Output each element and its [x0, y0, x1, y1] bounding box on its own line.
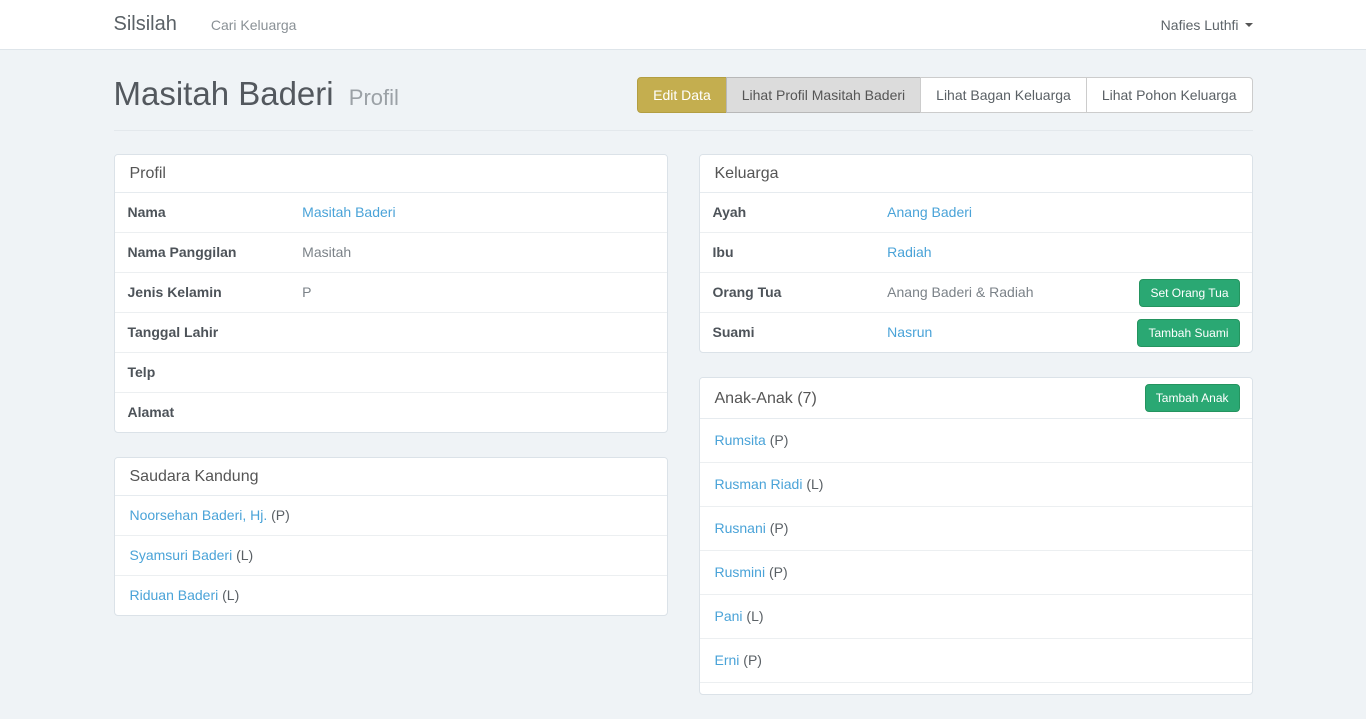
- field-label: Suami: [700, 313, 888, 352]
- child-link[interactable]: Rumsita: [715, 432, 766, 448]
- set-orang-tua-button[interactable]: Set Orang Tua: [1139, 279, 1239, 307]
- father-link[interactable]: Anang Baderi: [887, 204, 972, 220]
- person-name-title: Masitah Baderi: [114, 75, 334, 112]
- field-label: Telp: [115, 353, 303, 392]
- field-label: Tanggal Lahir: [115, 313, 303, 352]
- page-header: Masitah Baderi Profil Edit Data Lihat Pr…: [114, 74, 1253, 131]
- child-link[interactable]: Rusman Riadi: [715, 476, 803, 492]
- sibling-link[interactable]: Riduan Baderi: [130, 587, 219, 603]
- view-profile-button[interactable]: Lihat Profil Masitah Baderi: [726, 77, 921, 113]
- tambah-anak-button[interactable]: Tambah Anak: [1145, 384, 1240, 412]
- field-label: Nama Panggilan: [115, 233, 303, 272]
- gender-label: (P): [769, 564, 788, 580]
- nav-item-cari-keluarga[interactable]: Cari Keluarga: [211, 17, 297, 33]
- edit-data-button[interactable]: Edit Data: [637, 77, 727, 113]
- app-brand[interactable]: Silsilah: [114, 13, 177, 36]
- table-row: Suami Nasrun Tambah Suami: [700, 312, 1252, 352]
- table-row: Jenis Kelamin P: [115, 272, 667, 312]
- navbar: Silsilah Cari Keluarga Nafies Luthfi: [0, 0, 1366, 50]
- table-row: Nama Masitah Baderi: [115, 193, 667, 232]
- gender-label: (P): [770, 520, 789, 536]
- profile-panel-title: Profil: [115, 155, 667, 193]
- parents-value: Anang Baderi & Radiah: [887, 284, 1033, 300]
- field-value: P: [302, 284, 311, 300]
- table-row: Nama Panggilan Masitah: [115, 232, 667, 272]
- children-panel-title: Anak-Anak (7): [715, 389, 817, 408]
- family-panel-title: Keluarga: [700, 155, 1252, 193]
- field-label: Orang Tua: [700, 273, 888, 312]
- child-link[interactable]: Rusmini: [715, 564, 766, 580]
- family-table: Ayah Anang Baderi Ibu Radiah Orang Tua A…: [700, 193, 1252, 352]
- gender-label: (P): [271, 507, 290, 523]
- field-label: Alamat: [115, 393, 303, 432]
- table-row: Telp: [115, 352, 667, 392]
- tambah-suami-button[interactable]: Tambah Suami: [1137, 319, 1239, 347]
- sibling-link[interactable]: Syamsuri Baderi: [130, 547, 233, 563]
- list-item-partial: [700, 682, 1252, 694]
- table-row: Ibu Radiah: [700, 232, 1252, 272]
- field-label: Ayah: [700, 193, 888, 232]
- list-item: Syamsuri Baderi (L): [115, 535, 667, 575]
- list-item: Rusmini (P): [700, 550, 1252, 594]
- field-label: Jenis Kelamin: [115, 273, 303, 312]
- siblings-panel-title: Saudara Kandung: [115, 458, 667, 496]
- gender-label: (L): [806, 476, 823, 492]
- list-item: Riduan Baderi (L): [115, 575, 667, 615]
- siblings-panel: Saudara Kandung Noorsehan Baderi, Hj. (P…: [114, 457, 668, 616]
- gender-label: (P): [770, 432, 789, 448]
- list-item: Rumsita (P): [700, 419, 1252, 462]
- table-row: Alamat: [115, 392, 667, 432]
- sibling-link[interactable]: Noorsehan Baderi, Hj.: [130, 507, 268, 523]
- child-link[interactable]: Rusnani: [715, 520, 766, 536]
- chevron-down-icon: [1245, 23, 1253, 27]
- table-row: Orang Tua Anang Baderi & Radiah Set Oran…: [700, 272, 1252, 312]
- action-button-group: Edit Data Lihat Profil Masitah Baderi Li…: [637, 77, 1252, 113]
- field-label: Ibu: [700, 233, 888, 272]
- children-panel-header: Anak-Anak (7) Tambah Anak: [700, 378, 1252, 419]
- gender-label: (L): [746, 608, 763, 624]
- children-list: Rumsita (P) Rusman Riadi (L) Rusnani (P)…: [700, 419, 1252, 694]
- children-panel: Anak-Anak (7) Tambah Anak Rumsita (P) Ru…: [699, 377, 1253, 695]
- family-panel: Keluarga Ayah Anang Baderi Ibu Radiah Or…: [699, 154, 1253, 353]
- table-row: Ayah Anang Baderi: [700, 193, 1252, 232]
- view-bagan-button[interactable]: Lihat Bagan Keluarga: [920, 77, 1087, 113]
- child-link[interactable]: Pani: [715, 608, 743, 624]
- view-pohon-button[interactable]: Lihat Pohon Keluarga: [1086, 77, 1253, 113]
- list-item: Noorsehan Baderi, Hj. (P): [115, 496, 667, 535]
- list-item: Pani (L): [700, 594, 1252, 638]
- field-label: Nama: [115, 193, 303, 232]
- mother-link[interactable]: Radiah: [887, 244, 931, 260]
- profile-table: Nama Masitah Baderi Nama Panggilan Masit…: [115, 193, 667, 432]
- page-title: Masitah Baderi Profil: [114, 74, 399, 118]
- gender-label: (L): [222, 587, 239, 603]
- table-row: Tanggal Lahir: [115, 312, 667, 352]
- husband-link[interactable]: Nasrun: [887, 324, 932, 340]
- gender-label: (L): [236, 547, 253, 563]
- gender-label: (P): [743, 652, 762, 668]
- profile-panel: Profil Nama Masitah Baderi Nama Panggila…: [114, 154, 668, 433]
- field-value: Masitah: [302, 244, 351, 260]
- child-link[interactable]: Erni: [715, 652, 740, 668]
- siblings-list: Noorsehan Baderi, Hj. (P) Syamsuri Bader…: [115, 496, 667, 615]
- user-name: Nafies Luthfi: [1161, 17, 1239, 33]
- list-item: Rusnani (P): [700, 506, 1252, 550]
- page-subtitle: Profil: [349, 85, 399, 110]
- list-item: Rusman Riadi (L): [700, 462, 1252, 506]
- person-link[interactable]: Masitah Baderi: [302, 204, 395, 220]
- user-menu-dropdown[interactable]: Nafies Luthfi: [1161, 17, 1253, 33]
- list-item: Erni (P): [700, 638, 1252, 682]
